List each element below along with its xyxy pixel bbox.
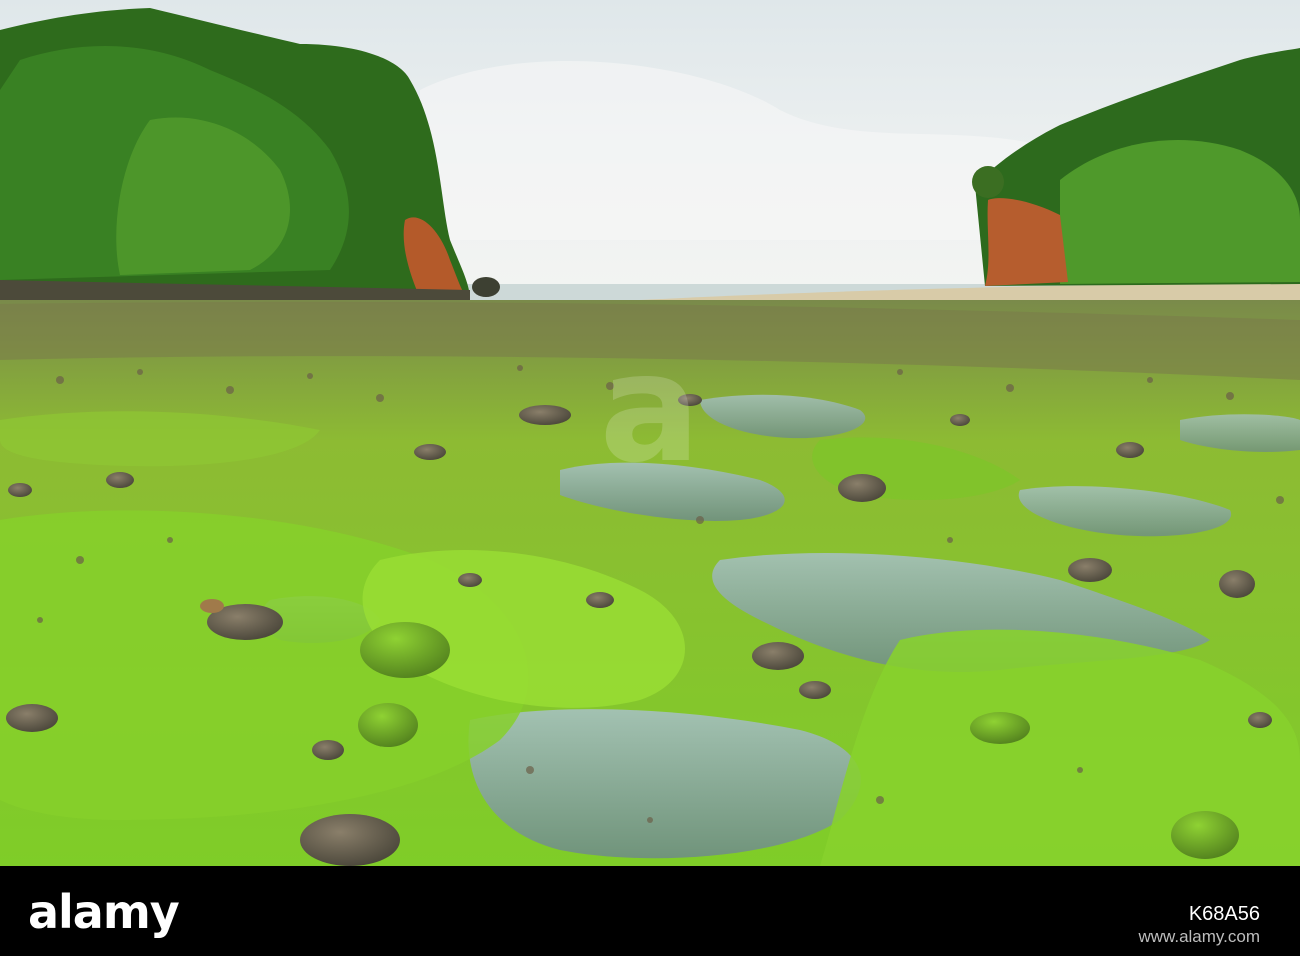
rock xyxy=(8,483,32,497)
rock xyxy=(1171,811,1239,859)
rock xyxy=(360,622,450,678)
rock xyxy=(414,444,446,460)
site-url[interactable]: www.alamy.com xyxy=(1138,926,1260,948)
photo: a xyxy=(0,0,1300,866)
rock xyxy=(458,573,482,587)
sea-stack xyxy=(472,277,500,297)
stock-footer: alamy K68A56 www.alamy.com xyxy=(0,866,1300,956)
rock xyxy=(358,703,418,747)
rock xyxy=(106,472,134,488)
rock xyxy=(200,599,224,613)
alamy-logo[interactable]: alamy xyxy=(28,884,180,940)
rock xyxy=(970,712,1030,744)
rock xyxy=(1116,442,1144,458)
rock xyxy=(1248,712,1272,728)
tide-pool xyxy=(468,709,861,859)
rock xyxy=(1219,570,1255,598)
landscape-scene xyxy=(0,0,1300,866)
rock xyxy=(678,394,702,406)
cliff-top-tree xyxy=(972,166,1004,198)
rock xyxy=(838,474,886,502)
rock xyxy=(1068,558,1112,582)
rock xyxy=(300,814,400,866)
rock xyxy=(799,681,831,699)
rock xyxy=(6,704,58,732)
rock xyxy=(950,414,970,426)
rock xyxy=(312,740,344,760)
image-id: K68A56 xyxy=(1188,903,1260,925)
rock xyxy=(519,405,571,425)
rock xyxy=(586,592,614,608)
rock xyxy=(752,642,804,670)
